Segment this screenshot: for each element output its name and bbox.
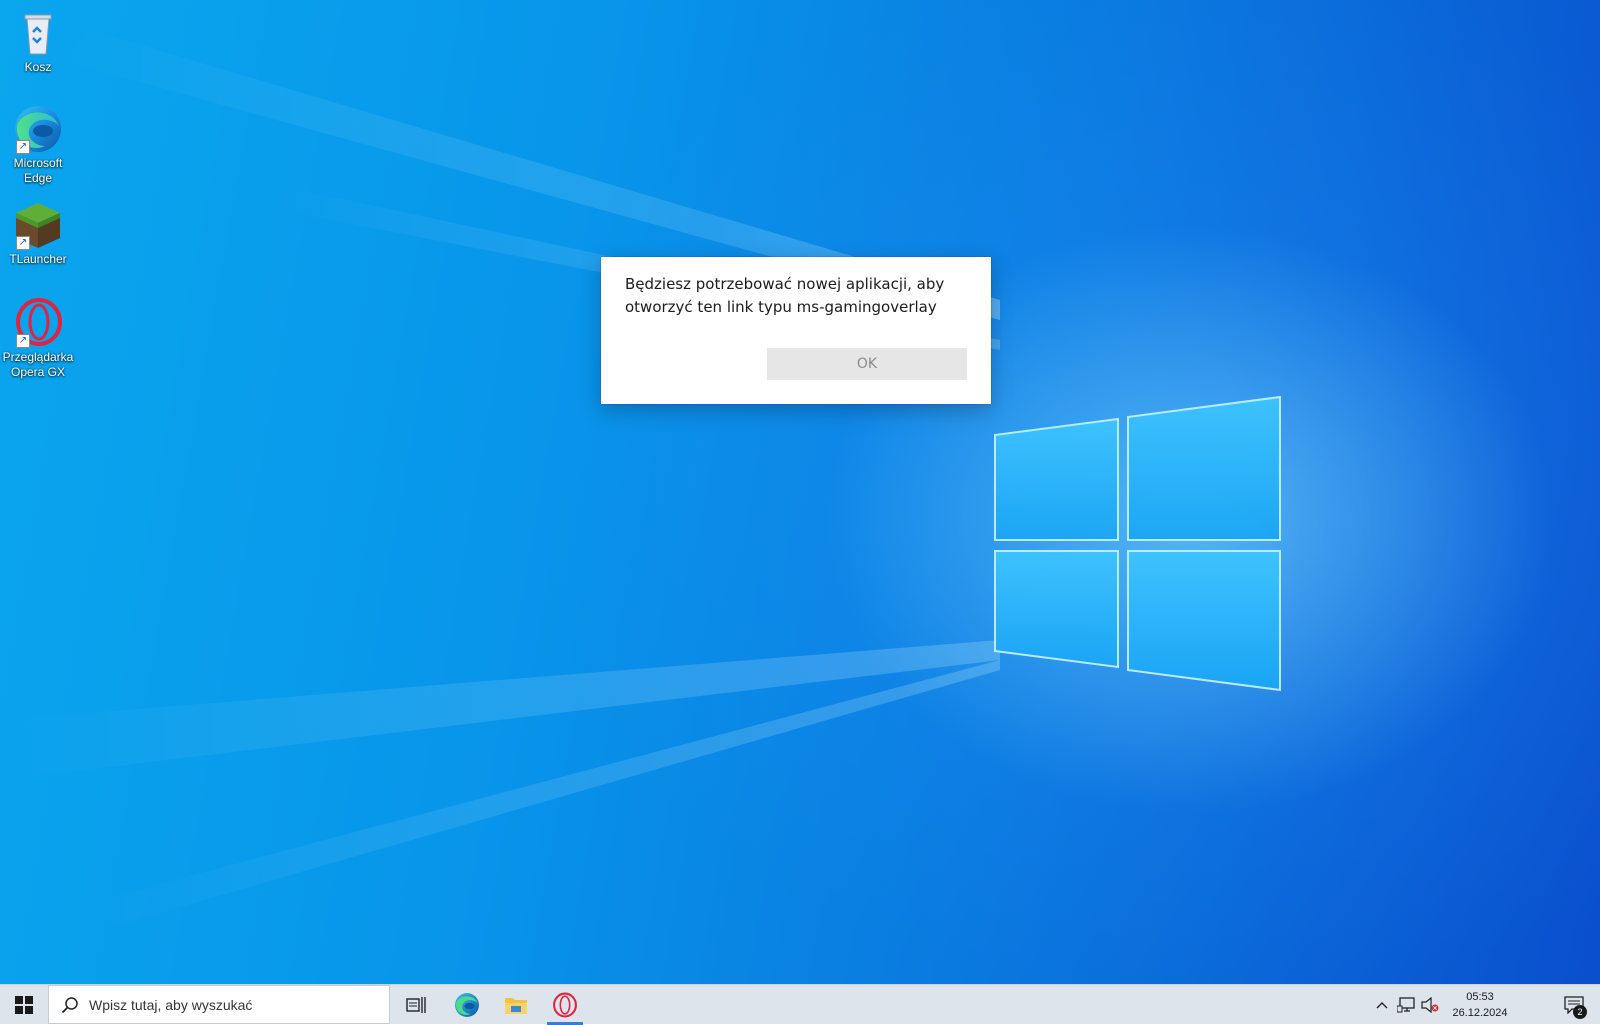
edge-icon: ↗ — [13, 104, 63, 154]
taskbar-opera-gx-button[interactable] — [541, 985, 589, 1025]
search-icon — [61, 996, 78, 1013]
desktop-icon-tlauncher[interactable]: ↗ TLauncher — [0, 200, 76, 267]
opera-gx-icon — [553, 992, 577, 1018]
network-icon — [1397, 997, 1415, 1013]
start-button[interactable] — [0, 985, 48, 1025]
windows-logo-wallpaper — [994, 395, 1281, 692]
task-view-icon — [406, 997, 426, 1013]
volume-tray-button[interactable] — [1418, 985, 1442, 1025]
action-center-button[interactable]: 2 — [1550, 985, 1598, 1025]
desktop-background: Kosz ↗ Microsoft Edge ↗ TLauncher ↗ Prze… — [0, 0, 1600, 984]
taskbar-file-explorer-button[interactable] — [492, 985, 540, 1025]
desktop-icon-microsoft-edge[interactable]: ↗ Microsoft Edge — [0, 104, 76, 186]
desktop-icon-label: TLauncher — [9, 252, 67, 266]
shortcut-arrow-icon: ↗ — [16, 334, 30, 348]
wallpaper-light-beams — [0, 30, 1000, 930]
app-not-found-dialog: Będziesz potrzebować nowej aplikacji, ab… — [601, 257, 991, 404]
network-tray-button[interactable] — [1394, 985, 1418, 1025]
desktop-icon-recycle-bin[interactable]: Kosz — [0, 8, 76, 75]
desktop-icon-label: Przeglądarka Opera GX — [2, 350, 74, 379]
taskbar: Wpisz tutaj, aby wyszukać 05:53 26.12.20… — [0, 984, 1600, 1025]
ok-button[interactable]: OK — [767, 348, 967, 380]
taskbar-search-box[interactable]: Wpisz tutaj, aby wyszukać — [48, 985, 390, 1024]
taskbar-edge-button[interactable] — [443, 985, 491, 1025]
shortcut-arrow-icon: ↗ — [16, 140, 30, 154]
notification-count-badge: 2 — [1573, 1005, 1587, 1019]
desktop-icon-label: Kosz — [24, 60, 52, 74]
search-placeholder: Wpisz tutaj, aby wyszukać — [89, 996, 253, 1013]
task-view-button[interactable] — [392, 985, 440, 1025]
system-tray: 05:53 26.12.2024 2 — [1370, 985, 1600, 1025]
opera-gx-icon: ↗ — [13, 298, 63, 348]
desktop-icon-opera-gx[interactable]: ↗ Przeglądarka Opera GX — [0, 298, 76, 380]
taskbar-clock[interactable]: 05:53 26.12.2024 — [1447, 989, 1513, 1021]
clock-time: 05:53 — [1466, 991, 1494, 1003]
windows-start-icon — [15, 996, 33, 1014]
show-hidden-icons-button[interactable] — [1370, 985, 1394, 1025]
folder-icon — [505, 998, 527, 1014]
dialog-message: Będziesz potrzebować nowej aplikacji, ab… — [625, 275, 945, 316]
recycle-bin-icon — [13, 8, 63, 58]
clock-date: 26.12.2024 — [1452, 1007, 1508, 1019]
edge-icon — [455, 993, 479, 1017]
chevron-up-icon — [1376, 1002, 1388, 1009]
desktop-icon-label: Microsoft Edge — [13, 156, 63, 185]
grass-block-icon: ↗ — [13, 200, 63, 250]
shortcut-arrow-icon: ↗ — [16, 236, 30, 250]
volume-muted-icon — [1421, 997, 1439, 1013]
